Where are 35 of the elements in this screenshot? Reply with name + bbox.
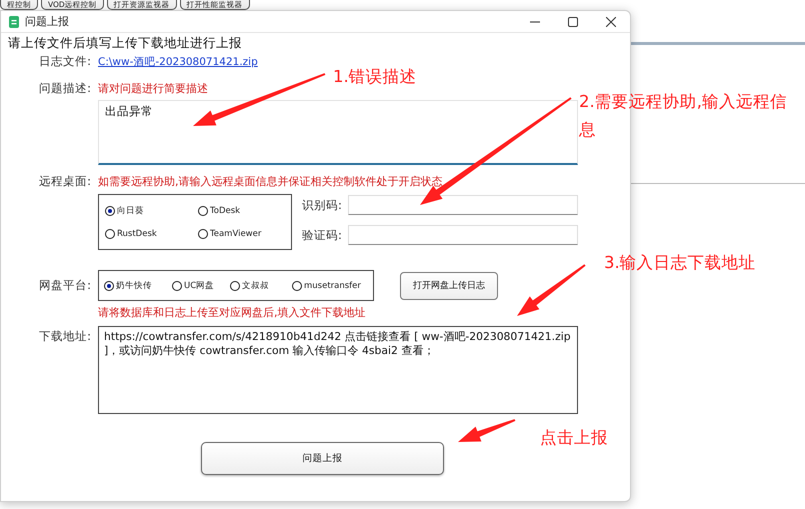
maximize-icon[interactable]	[568, 16, 578, 26]
code-input-field[interactable]	[348, 225, 578, 245]
download-url-field[interactable]: https://cowtransfer.com/s/4218910b41d242 点击链接查看 [ ww-酒吧-202308071421.zip ]，或访问奶牛快传 cowtransfer.com 输入传输口令 4sbai2 查看；	[98, 326, 578, 414]
cloud-disk-hint: 请将数据库和日志上传至对应网盘后,填入文件下载地址	[98, 305, 366, 320]
app-icon	[9, 16, 19, 28]
remote-tool-radio[interactable]: ToDesk	[198, 206, 291, 216]
cloud-disk-radio[interactable]: musetransfer	[292, 280, 368, 290]
annotation-text: 1.错误描述	[333, 66, 418, 88]
annotation-text: 点击上报	[540, 427, 609, 449]
log-file-label: 日志文件:	[38, 54, 92, 69]
annotation-text: 3.输入日志下载地址	[604, 252, 757, 274]
remote-tool-radio[interactable]: 向日葵	[105, 205, 198, 217]
remote-desktop-hint: 如需要远程协助,请输入远程桌面信息并保证相关控制软件处于开启状态	[98, 174, 442, 189]
description-hint: 请对问题进行简要描述	[98, 81, 208, 96]
log-file-link[interactable]: C:\ww-酒吧-202308071421.zip	[98, 54, 258, 68]
window-title: 问题上报	[25, 14, 69, 29]
code-input-field[interactable]	[348, 195, 578, 215]
instruction-text: 请上传文件后填写上传下载地址进行上报	[8, 35, 243, 50]
open-cloud-disk-button[interactable]: 打开网盘上传日志	[400, 272, 498, 300]
description-label: 问题描述:	[38, 81, 92, 96]
code-label: 识别码:	[302, 198, 343, 212]
remote-desktop-label: 远程桌面:	[38, 174, 92, 189]
submit-button[interactable]: 问题上报	[201, 442, 444, 475]
close-icon[interactable]	[606, 16, 616, 26]
annotation-text: 2.需要远程协助,输入远程信息	[579, 91, 788, 141]
code-label: 验证码:	[302, 228, 343, 242]
remote-tool-radio[interactable]: RustDesk	[105, 229, 198, 239]
annotation-arrow	[517, 264, 586, 316]
cloud-disk-radio[interactable]: 文叔叔	[230, 280, 292, 292]
cloud-disk-radio[interactable]: 奶牛快传	[104, 280, 172, 292]
cloud-disk-label: 网盘平台:	[38, 278, 92, 293]
remote-tool-radio[interactable]: TeamViewer	[198, 229, 291, 239]
annotation-arrow	[458, 419, 516, 442]
download-label: 下载地址:	[38, 329, 92, 344]
cloud-disk-radio[interactable]: UC网盘	[172, 280, 230, 292]
